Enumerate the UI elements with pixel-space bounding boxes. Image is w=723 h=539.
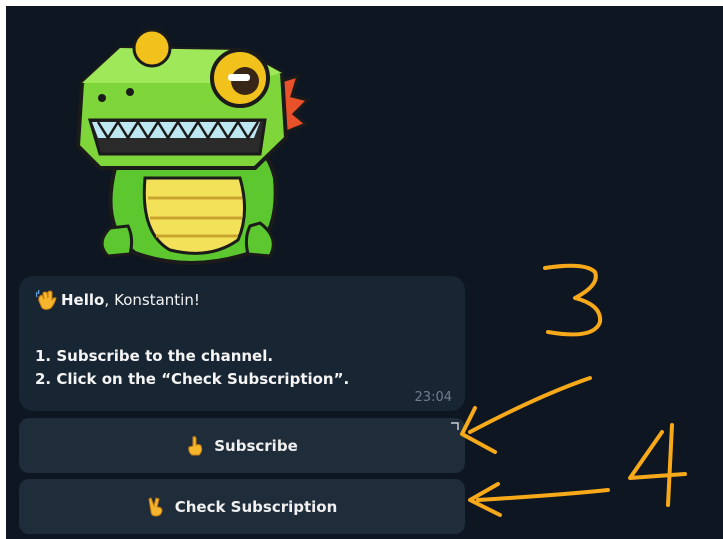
step-1: 1. Subscribe to the channel. (35, 347, 274, 365)
subscribe-label: Subscribe (214, 436, 298, 455)
waving-hand-icon (35, 289, 57, 310)
greeting-name: Konstantin! (114, 291, 200, 309)
chat-area: Hello, Konstantin! 1. Subscribe to the ch… (6, 6, 723, 539)
step-2: 2. Click on the “Check Subscription”. (35, 370, 350, 388)
greeting-comma: , (104, 291, 110, 309)
check-subscription-button[interactable]: Check Subscription (19, 479, 465, 534)
message-bubble: Hello, Konstantin! 1. Subscribe to the ch… (19, 276, 465, 411)
check-subscription-label: Check Subscription (174, 497, 338, 516)
message-time: 23:04 (414, 390, 452, 405)
dinosaur-sticker[interactable] (60, 28, 320, 268)
instruction-list: 1. Subscribe to the channel. 2. Click on … (35, 345, 349, 391)
link-arrow-icon (451, 422, 459, 430)
greeting-line: Hello, Konstantin! (35, 288, 449, 312)
subscribe-button[interactable]: Subscribe (19, 418, 465, 473)
victory-hand-icon (148, 496, 163, 517)
greeting-hello: Hello (61, 291, 105, 309)
pointing-up-icon (188, 435, 203, 455)
